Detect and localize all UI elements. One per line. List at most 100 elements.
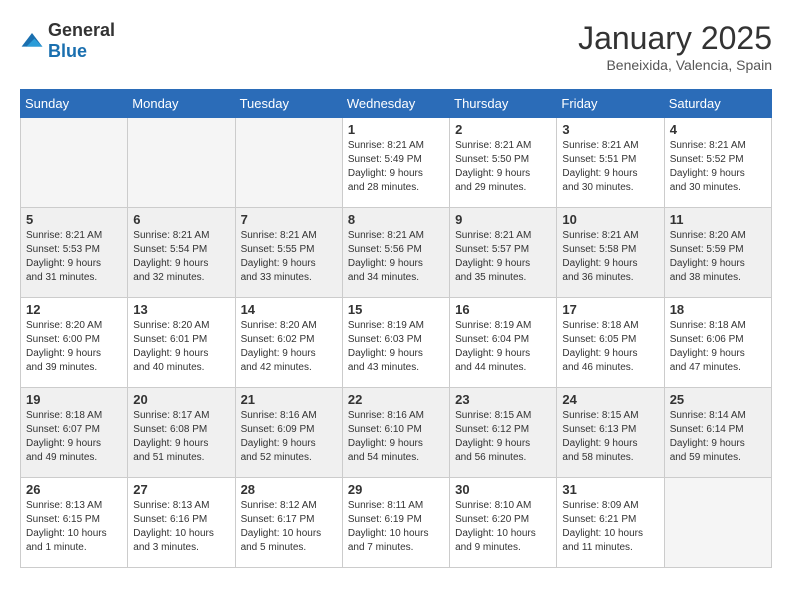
day-number: 26 — [26, 482, 122, 497]
day-info: Sunrise: 8:19 AM Sunset: 6:04 PM Dayligh… — [455, 319, 551, 375]
weekday-header: Monday — [128, 90, 235, 118]
title-area: January 2025 Beneixida, Valencia, Spain — [578, 20, 772, 73]
day-info: Sunrise: 8:13 AM Sunset: 6:16 PM Dayligh… — [133, 499, 229, 555]
calendar-day-cell: 28 Sunrise: 8:12 AM Sunset: 6:17 PM Dayli… — [235, 478, 342, 568]
day-info: Sunrise: 8:12 AM Sunset: 6:17 PM Dayligh… — [241, 499, 337, 555]
day-info: Sunrise: 8:19 AM Sunset: 6:03 PM Dayligh… — [348, 319, 444, 375]
day-info: Sunrise: 8:09 AM Sunset: 6:21 PM Dayligh… — [562, 499, 658, 555]
day-number: 15 — [348, 302, 444, 317]
calendar-day-cell: 26 Sunrise: 8:13 AM Sunset: 6:15 PM Dayli… — [21, 478, 128, 568]
day-info: Sunrise: 8:21 AM Sunset: 5:52 PM Dayligh… — [670, 139, 766, 195]
day-number: 24 — [562, 392, 658, 407]
calendar-day-cell: 20 Sunrise: 8:17 AM Sunset: 6:08 PM Dayli… — [128, 388, 235, 478]
day-number: 25 — [670, 392, 766, 407]
calendar-day-cell: 8 Sunrise: 8:21 AM Sunset: 5:56 PM Daylig… — [342, 208, 449, 298]
day-number: 16 — [455, 302, 551, 317]
weekday-header: Wednesday — [342, 90, 449, 118]
calendar-day-cell: 25Sunrise: 8:14 AM Sunset: 6:14 PM Dayli… — [664, 388, 771, 478]
day-number: 21 — [241, 392, 337, 407]
day-number: 19 — [26, 392, 122, 407]
day-number: 31 — [562, 482, 658, 497]
calendar-day-cell: 18Sunrise: 8:18 AM Sunset: 6:06 PM Dayli… — [664, 298, 771, 388]
calendar-day-cell: 14 Sunrise: 8:20 AM Sunset: 6:02 PM Dayli… — [235, 298, 342, 388]
day-info: Sunrise: 8:21 AM Sunset: 5:55 PM Dayligh… — [241, 229, 337, 285]
weekday-header: Sunday — [21, 90, 128, 118]
day-info: Sunrise: 8:16 AM Sunset: 6:10 PM Dayligh… — [348, 409, 444, 465]
day-number: 28 — [241, 482, 337, 497]
day-number: 2 — [455, 122, 551, 137]
calendar-day-cell: 11 Sunrise: 8:20 AM Sunset: 5:59 PM Dayli… — [664, 208, 771, 298]
day-info: Sunrise: 8:16 AM Sunset: 6:09 PM Dayligh… — [241, 409, 337, 465]
day-info: Sunrise: 8:21 AM Sunset: 5:51 PM Dayligh… — [562, 139, 658, 195]
day-number: 20 — [133, 392, 229, 407]
day-number: 7 — [241, 212, 337, 227]
day-info: Sunrise: 8:21 AM Sunset: 5:56 PM Dayligh… — [348, 229, 444, 285]
day-number: 5 — [26, 212, 122, 227]
calendar-day-cell — [128, 118, 235, 208]
day-number: 9 — [455, 212, 551, 227]
calendar-day-cell — [664, 478, 771, 568]
calendar-day-cell: 4 Sunrise: 8:21 AM Sunset: 5:52 PM Daylig… — [664, 118, 771, 208]
calendar-day-cell: 15 Sunrise: 8:19 AM Sunset: 6:03 PM Dayli… — [342, 298, 449, 388]
weekday-header: Thursday — [450, 90, 557, 118]
day-number: 10 — [562, 212, 658, 227]
weekday-header: Tuesday — [235, 90, 342, 118]
day-info: Sunrise: 8:20 AM Sunset: 6:02 PM Dayligh… — [241, 319, 337, 375]
day-number: 8 — [348, 212, 444, 227]
logo-text: General Blue — [48, 20, 115, 62]
calendar-day-cell: 23Sunrise: 8:15 AM Sunset: 6:12 PM Dayli… — [450, 388, 557, 478]
calendar-day-cell: 12 Sunrise: 8:20 AM Sunset: 6:00 PM Dayli… — [21, 298, 128, 388]
calendar: SundayMondayTuesdayWednesdayThursdayFrid… — [20, 89, 772, 568]
page-header: General Blue January 2025 Beneixida, Val… — [20, 20, 772, 73]
day-number: 18 — [670, 302, 766, 317]
calendar-day-cell — [235, 118, 342, 208]
calendar-day-cell: 3 Sunrise: 8:21 AM Sunset: 5:51 PM Daylig… — [557, 118, 664, 208]
day-info: Sunrise: 8:17 AM Sunset: 6:08 PM Dayligh… — [133, 409, 229, 465]
day-number: 22 — [348, 392, 444, 407]
calendar-day-cell: 21 Sunrise: 8:16 AM Sunset: 6:09 PM Dayli… — [235, 388, 342, 478]
calendar-day-cell: 30Sunrise: 8:10 AM Sunset: 6:20 PM Dayli… — [450, 478, 557, 568]
calendar-week-row: 5 Sunrise: 8:21 AM Sunset: 5:53 PM Daylig… — [21, 208, 772, 298]
logo-icon — [20, 29, 44, 53]
day-number: 14 — [241, 302, 337, 317]
day-info: Sunrise: 8:11 AM Sunset: 6:19 PM Dayligh… — [348, 499, 444, 555]
day-info: Sunrise: 8:20 AM Sunset: 6:00 PM Dayligh… — [26, 319, 122, 375]
calendar-day-cell: 13Sunrise: 8:20 AM Sunset: 6:01 PM Dayli… — [128, 298, 235, 388]
day-number: 13 — [133, 302, 229, 317]
day-number: 17 — [562, 302, 658, 317]
day-number: 3 — [562, 122, 658, 137]
calendar-day-cell: 22 Sunrise: 8:16 AM Sunset: 6:10 PM Dayli… — [342, 388, 449, 478]
calendar-week-row: 12 Sunrise: 8:20 AM Sunset: 6:00 PM Dayli… — [21, 298, 772, 388]
calendar-week-row: 26 Sunrise: 8:13 AM Sunset: 6:15 PM Dayli… — [21, 478, 772, 568]
day-number: 11 — [670, 212, 766, 227]
logo-blue: Blue — [48, 41, 87, 61]
day-number: 6 — [133, 212, 229, 227]
day-info: Sunrise: 8:20 AM Sunset: 5:59 PM Dayligh… — [670, 229, 766, 285]
day-number: 29 — [348, 482, 444, 497]
day-info: Sunrise: 8:21 AM Sunset: 5:50 PM Dayligh… — [455, 139, 551, 195]
day-info: Sunrise: 8:13 AM Sunset: 6:15 PM Dayligh… — [26, 499, 122, 555]
calendar-day-cell: 16 Sunrise: 8:19 AM Sunset: 6:04 PM Dayli… — [450, 298, 557, 388]
day-info: Sunrise: 8:10 AM Sunset: 6:20 PM Dayligh… — [455, 499, 551, 555]
day-info: Sunrise: 8:21 AM Sunset: 5:49 PM Dayligh… — [348, 139, 444, 195]
day-info: Sunrise: 8:21 AM Sunset: 5:57 PM Dayligh… — [455, 229, 551, 285]
calendar-day-cell: 27 Sunrise: 8:13 AM Sunset: 6:16 PM Dayli… — [128, 478, 235, 568]
calendar-day-cell: 29 Sunrise: 8:11 AM Sunset: 6:19 PM Dayli… — [342, 478, 449, 568]
weekday-header-row: SundayMondayTuesdayWednesdayThursdayFrid… — [21, 90, 772, 118]
day-info: Sunrise: 8:21 AM Sunset: 5:54 PM Dayligh… — [133, 229, 229, 285]
day-number: 27 — [133, 482, 229, 497]
calendar-day-cell: 9 Sunrise: 8:21 AM Sunset: 5:57 PM Daylig… — [450, 208, 557, 298]
calendar-day-cell: 10 Sunrise: 8:21 AM Sunset: 5:58 PM Dayli… — [557, 208, 664, 298]
calendar-week-row: 19Sunrise: 8:18 AM Sunset: 6:07 PM Dayli… — [21, 388, 772, 478]
calendar-day-cell: 31 Sunrise: 8:09 AM Sunset: 6:21 PM Dayli… — [557, 478, 664, 568]
calendar-day-cell: 19Sunrise: 8:18 AM Sunset: 6:07 PM Dayli… — [21, 388, 128, 478]
calendar-day-cell — [21, 118, 128, 208]
day-info: Sunrise: 8:15 AM Sunset: 6:12 PM Dayligh… — [455, 409, 551, 465]
day-info: Sunrise: 8:21 AM Sunset: 5:58 PM Dayligh… — [562, 229, 658, 285]
calendar-day-cell: 1Sunrise: 8:21 AM Sunset: 5:49 PM Daylig… — [342, 118, 449, 208]
day-number: 4 — [670, 122, 766, 137]
day-number: 12 — [26, 302, 122, 317]
calendar-day-cell: 24Sunrise: 8:15 AM Sunset: 6:13 PM Dayli… — [557, 388, 664, 478]
weekday-header: Friday — [557, 90, 664, 118]
day-info: Sunrise: 8:21 AM Sunset: 5:53 PM Dayligh… — [26, 229, 122, 285]
